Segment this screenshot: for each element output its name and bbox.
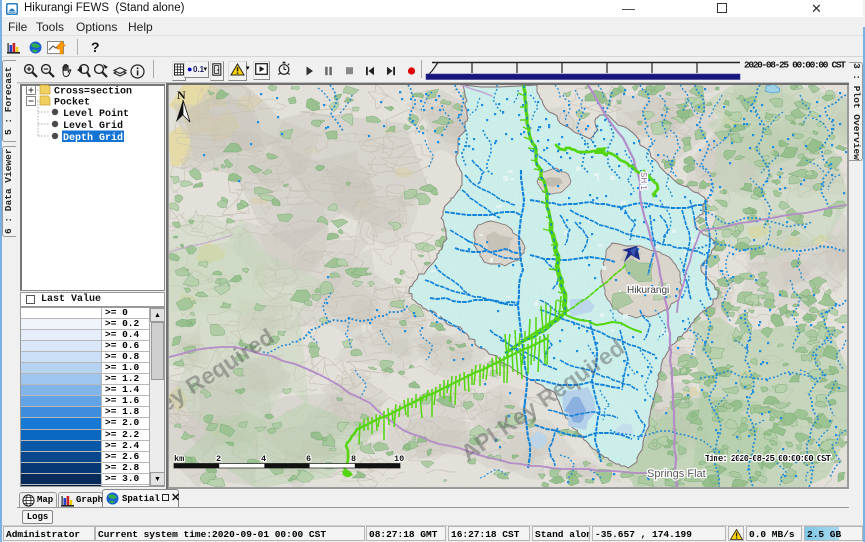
svg-text:N: N [177,88,186,102]
svg-text:km: km [174,454,184,464]
svg-text:10: 10 [394,454,404,464]
svg-text:Springs Flat: Springs Flat [647,468,706,480]
svg-text:Depth Grid: Depth Grid [63,132,123,144]
svg-text:Level Grid: Level Grid [63,120,123,132]
svg-text:8: 8 [351,454,356,464]
svg-text:2020-08-25 00:00:00 CST: 2020-08-25 00:00:00 CST [744,60,846,71]
svg-text:2: 2 [216,454,221,464]
svg-text:Pocket: Pocket [54,97,90,109]
svg-text:SH 1: SH 1 [639,172,648,190]
svg-text:Level Point: Level Point [63,108,129,120]
svg-text:Time: 2020-08-25 00:00:00 CST: Time: 2020-08-25 00:00:00 CST [705,453,831,464]
svg-text:6: 6 [306,454,311,464]
svg-text:4: 4 [261,454,266,464]
svg-text:Cross=section: Cross=section [54,86,132,98]
svg-text:Hikurangi: Hikurangi [627,285,669,296]
